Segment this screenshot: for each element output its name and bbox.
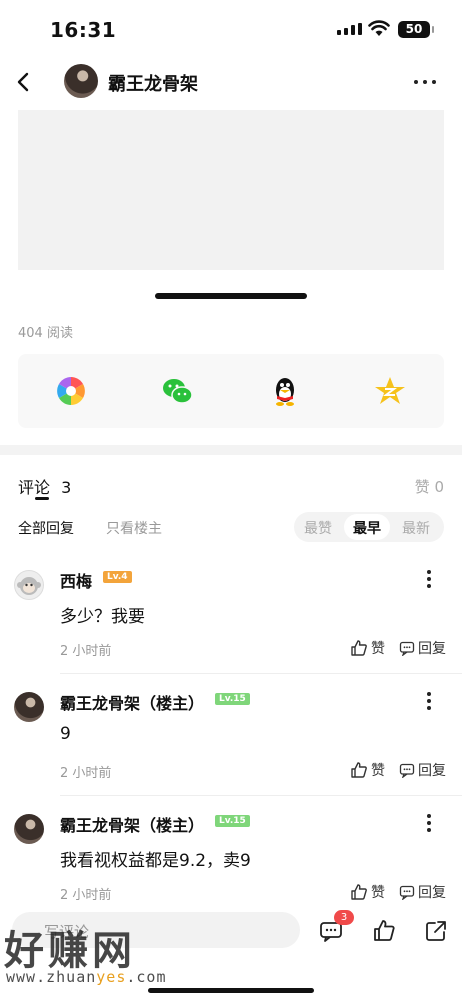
top-nav: 霸王龙骨架 (0, 60, 462, 104)
comments-label: 评论 (18, 478, 51, 497)
reply-button[interactable]: 回复 (399, 882, 446, 902)
more-options-icon[interactable] (414, 80, 436, 84)
status-bar: 16:31 50 (0, 0, 462, 60)
thumbs-up-icon (351, 640, 367, 656)
comment-more-icon[interactable] (427, 570, 431, 588)
post-image[interactable] (18, 110, 444, 270)
filter-row: 全部回复 只看楼主 最赞 最早 最新 (0, 512, 462, 542)
comment-time: 2 小时前 (60, 766, 112, 781)
reply-label: 回复 (418, 763, 446, 779)
comment-more-icon[interactable] (427, 814, 431, 832)
comment-text: 9 (60, 724, 71, 744)
commenter-name[interactable]: 霸王龙骨架（楼主） (60, 690, 204, 714)
comment-time: 2 小时前 (60, 644, 112, 659)
reply-label: 回复 (418, 885, 446, 901)
like-button[interactable]: 赞 (350, 638, 385, 658)
share-icon[interactable] (423, 918, 449, 944)
wifi-icon (368, 20, 390, 36)
like-label: 赞 (371, 763, 385, 779)
sort-newest[interactable]: 最新 (402, 518, 430, 538)
tab-underline (35, 497, 49, 500)
author-avatar[interactable] (64, 64, 98, 98)
bottom-bar: 写评论 3 (0, 904, 462, 1000)
commenter-avatar[interactable] (14, 814, 44, 844)
thumbs-up-icon[interactable] (371, 918, 397, 944)
comment-time: 2 小时前 (60, 888, 112, 903)
share-panel (18, 354, 444, 428)
reply-button[interactable]: 回复 (399, 760, 446, 780)
comments-header: 评论 3 赞 0 (0, 470, 462, 500)
thumbs-up-icon (351, 884, 367, 900)
level-badge: Lv.15 (215, 815, 250, 827)
level-badge: Lv.4 (103, 571, 132, 583)
read-count: 404 阅读 (18, 326, 73, 341)
sort-toggle: 最赞 最早 最新 (294, 512, 444, 542)
signal-icon (337, 23, 362, 35)
filter-all-replies[interactable]: 全部回复 (18, 518, 74, 538)
commenter-name[interactable]: 西梅 (60, 568, 92, 592)
wechat-share-icon[interactable] (160, 374, 194, 408)
reply-button[interactable]: 回复 (399, 638, 446, 658)
comment-text: 我看视权益都是9.2，卖9 (60, 851, 251, 871)
reply-label: 回复 (418, 641, 446, 657)
likes-tab[interactable]: 赞 0 (415, 476, 444, 497)
comment-divider (60, 795, 462, 796)
photos-share-icon[interactable] (54, 374, 88, 408)
comment-more-icon[interactable] (427, 692, 431, 710)
commenter-avatar[interactable] (14, 692, 44, 722)
comment-input-placeholder: 写评论 (44, 923, 90, 941)
monkey-avatar-icon (17, 577, 41, 595)
filter-host-only[interactable]: 只看楼主 (106, 518, 162, 538)
comment-text: 多少？我要 (60, 607, 145, 627)
thumbs-up-icon (351, 762, 367, 778)
like-label: 赞 (371, 641, 385, 657)
back-arrow-icon[interactable] (12, 68, 36, 96)
comments-tab[interactable]: 评论 3 (18, 474, 71, 498)
section-divider (0, 445, 462, 455)
like-label: 赞 (371, 885, 385, 901)
battery-icon: 50 (398, 21, 434, 38)
comment-divider (60, 673, 462, 674)
status-time: 16:31 (50, 18, 117, 42)
author-name[interactable]: 霸王龙骨架 (108, 70, 198, 96)
sort-most-liked[interactable]: 最赞 (304, 518, 332, 538)
qzone-share-icon[interactable] (373, 374, 407, 408)
comment-input[interactable]: 写评论 (12, 912, 300, 948)
qq-share-icon[interactable] (268, 374, 302, 408)
reply-bubble-icon (399, 763, 415, 778)
comments-count: 3 (61, 478, 72, 497)
commenter-avatar[interactable] (14, 570, 44, 600)
comment-count-badge: 3 (334, 910, 354, 925)
reply-bubble-icon (399, 641, 415, 656)
commenter-name[interactable]: 霸王龙骨架（楼主） (60, 812, 204, 836)
like-button[interactable]: 赞 (350, 882, 385, 902)
home-indicator (148, 988, 314, 993)
level-badge: Lv.15 (215, 693, 250, 705)
reply-bubble-icon (399, 885, 415, 900)
like-button[interactable]: 赞 (350, 760, 385, 780)
sort-earliest[interactable]: 最早 (353, 518, 381, 538)
image-scroll-indicator (155, 293, 307, 299)
